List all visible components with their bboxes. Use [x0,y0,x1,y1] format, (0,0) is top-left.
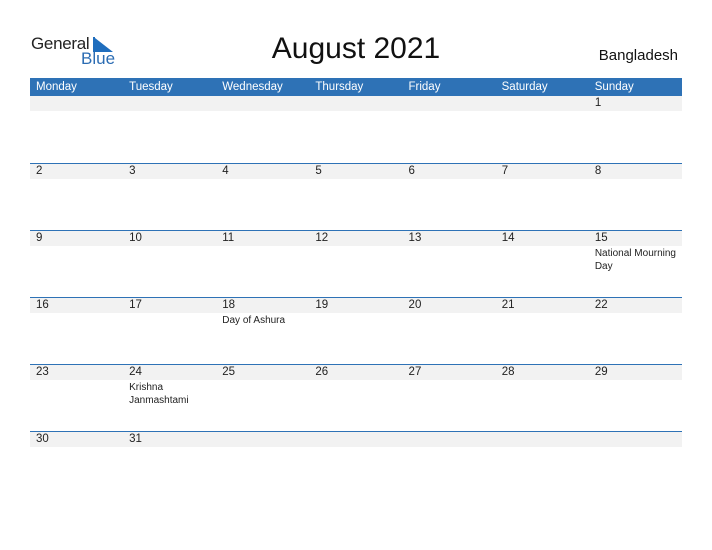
weekday-saturday: Saturday [501,81,548,93]
day-number: 18 [222,299,236,311]
day-number: 6 [408,165,415,177]
day-number: 14 [501,232,515,244]
day-number: 25 [222,366,236,378]
day-cell: 9 [30,231,123,297]
day-cell: 2 [30,164,123,230]
day-number: 27 [408,366,422,378]
weekday-sunday: Sunday [594,81,634,93]
day-number: 4 [222,165,229,177]
week-row: 2 3 4 5 6 7 8 [30,163,682,230]
day-cell [30,96,123,163]
day-cell: 16 [30,298,123,364]
day-cell: 24 Krishna Janmashtami [123,365,216,431]
day-cell: 7 [496,164,589,230]
week-row: 30 31 [30,431,682,498]
day-number: 17 [129,299,142,311]
day-number: 8 [594,165,602,177]
weekday-wednesday: Wednesday [222,81,283,93]
day-number: 9 [36,232,43,244]
country-label: Bangladesh [598,47,678,64]
day-cell: 19 [309,298,402,364]
day-number: 30 [36,433,49,445]
day-cell [216,96,309,163]
day-cell: 23 [30,365,123,431]
day-cell: 4 [216,164,309,230]
day-cell: 8 [589,164,682,230]
week-row: 9 10 11 12 13 14 15 National Mourning Day [30,230,682,297]
day-number: 3 [129,165,136,177]
holiday-label: National Mourning Day [594,248,676,272]
day-cell: 18 Day of Ashura [216,298,309,364]
day-number: 1 [594,97,602,109]
day-number: 20 [408,299,422,311]
day-number: 24 [129,366,142,378]
day-cell: 31 [123,432,216,498]
day-number: 2 [36,165,43,177]
day-cell [216,432,309,498]
day-number: 23 [36,366,49,378]
weekday-header: Monday Tuesday Wednesday Thursday Friday… [30,78,682,96]
day-cell [309,432,402,498]
day-cell: 27 [403,365,496,431]
day-cell: 25 [216,365,309,431]
day-number: 22 [594,299,608,311]
day-cell: 21 [496,298,589,364]
day-cell: 20 [403,298,496,364]
calendar-grid: Monday Tuesday Wednesday Thursday Friday… [30,78,682,498]
day-number: 12 [315,232,329,244]
day-number: 26 [315,366,329,378]
day-cell [123,96,216,163]
weekday-tuesday: Tuesday [129,81,173,93]
day-cell [403,432,496,498]
day-cell [403,96,496,163]
day-cell [589,432,682,498]
day-cell: 10 [123,231,216,297]
day-cell [309,96,402,163]
day-cell: 30 [30,432,123,498]
day-cell: 28 [496,365,589,431]
day-cell: 6 [403,164,496,230]
day-cell: 29 [589,365,682,431]
day-cell: 12 [309,231,402,297]
week-row: 23 24 Krishna Janmashtami 25 26 27 28 29 [30,364,682,431]
day-number: 13 [408,232,422,244]
day-cell: 22 [589,298,682,364]
day-cell: 3 [123,164,216,230]
day-cell: 11 [216,231,309,297]
day-number: 11 [222,232,235,244]
day-number: 7 [501,165,509,177]
day-number: 16 [36,299,49,311]
day-number: 28 [501,366,515,378]
day-cell: 5 [309,164,402,230]
day-cell: 14 [496,231,589,297]
day-cell [496,432,589,498]
day-number: 15 [594,232,608,244]
holiday-label: Krishna Janmashtami [129,382,189,406]
day-cell [496,96,589,163]
day-number: 31 [129,433,142,445]
weekday-friday: Friday [408,81,441,93]
day-cell: 1 [589,96,682,163]
day-cell: 26 [309,365,402,431]
day-number: 21 [501,299,515,311]
day-number: 19 [315,299,329,311]
day-number: 10 [129,232,142,244]
week-row: 16 17 18 Day of Ashura 19 20 21 22 [30,297,682,364]
weekday-monday: Monday [36,81,77,93]
day-cell: 15 National Mourning Day [589,231,682,297]
weekday-thursday: Thursday [315,81,364,93]
day-cell: 13 [403,231,496,297]
week-row: 1 [30,96,682,163]
day-number: 5 [315,165,322,177]
day-cell: 17 [123,298,216,364]
holiday-label: Day of Ashura [222,315,286,326]
day-number: 29 [594,366,608,378]
